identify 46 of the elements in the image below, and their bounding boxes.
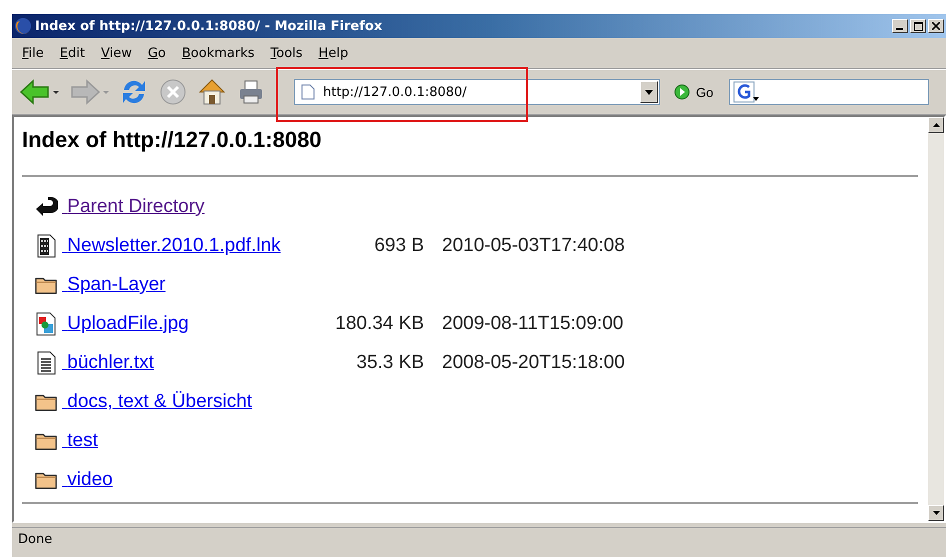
go-icon [674,84,690,100]
home-icon[interactable] [197,77,227,107]
menu-item[interactable]: Bookmarks [174,46,263,60]
file-link[interactable]: video [62,469,113,491]
scroll-down-icon[interactable] [932,511,940,515]
menu-item[interactable]: View [92,46,140,60]
menu-item[interactable]: Edit [52,46,93,60]
browser-logo-icon [14,17,32,35]
modified-date: 2009-08-11T15:09:00 [441,313,624,335]
menu-item[interactable]: Tools [262,46,311,60]
file-link[interactable]: UploadFile.jpg [62,313,189,335]
dropdown-caret-icon[interactable] [53,90,59,94]
go-button[interactable]: Go [672,82,716,102]
back-arrow-icon[interactable] [19,78,51,106]
window-title: Index of http://127.0.0.1:8080/ - Mozilla Firefox [35,18,382,34]
address-field[interactable]: http://127.0.0.1:8080/ [294,79,660,105]
scroll-up-icon[interactable] [932,123,940,127]
close-icon [932,22,940,30]
search-field[interactable] [729,79,930,105]
file-size: 35.3 KB [355,352,424,374]
page-icon [301,84,315,100]
modified-date: 2008-05-20T15:18:00 [441,352,626,374]
file-size: 180.34 KB [334,313,424,335]
image-file-icon [34,312,58,336]
menu-item[interactable]: Go [140,46,174,60]
file-link[interactable]: Parent Directory [62,196,205,218]
file-link[interactable]: docs, text & Übersicht [62,391,252,413]
printer-icon[interactable] [237,78,265,106]
maximize-icon [914,22,922,30]
file-link[interactable]: Span-Layer [62,274,166,296]
file-link[interactable]: Newsletter.2010.1.pdf.lnk [62,235,281,257]
caret-icon [645,90,653,94]
close-button[interactable] [928,19,944,33]
file-link[interactable]: büchler.txt [62,352,154,374]
menu-item[interactable]: Help [310,46,356,60]
file-size: 693 B [373,235,424,257]
maximize-button[interactable] [910,19,926,33]
page-heading: Index of http://127.0.0.1:8080 [22,127,323,153]
minimize-button[interactable] [892,19,908,33]
dropdown-button[interactable] [640,81,658,103]
search-engine-icon [733,81,760,103]
modified-date: 2010-05-03T17:40:08 [441,235,626,257]
status-text: Done [18,532,52,546]
scrollbar[interactable] [928,117,944,521]
file-link[interactable]: test [62,430,98,452]
menu-item[interactable]: File [14,46,52,60]
